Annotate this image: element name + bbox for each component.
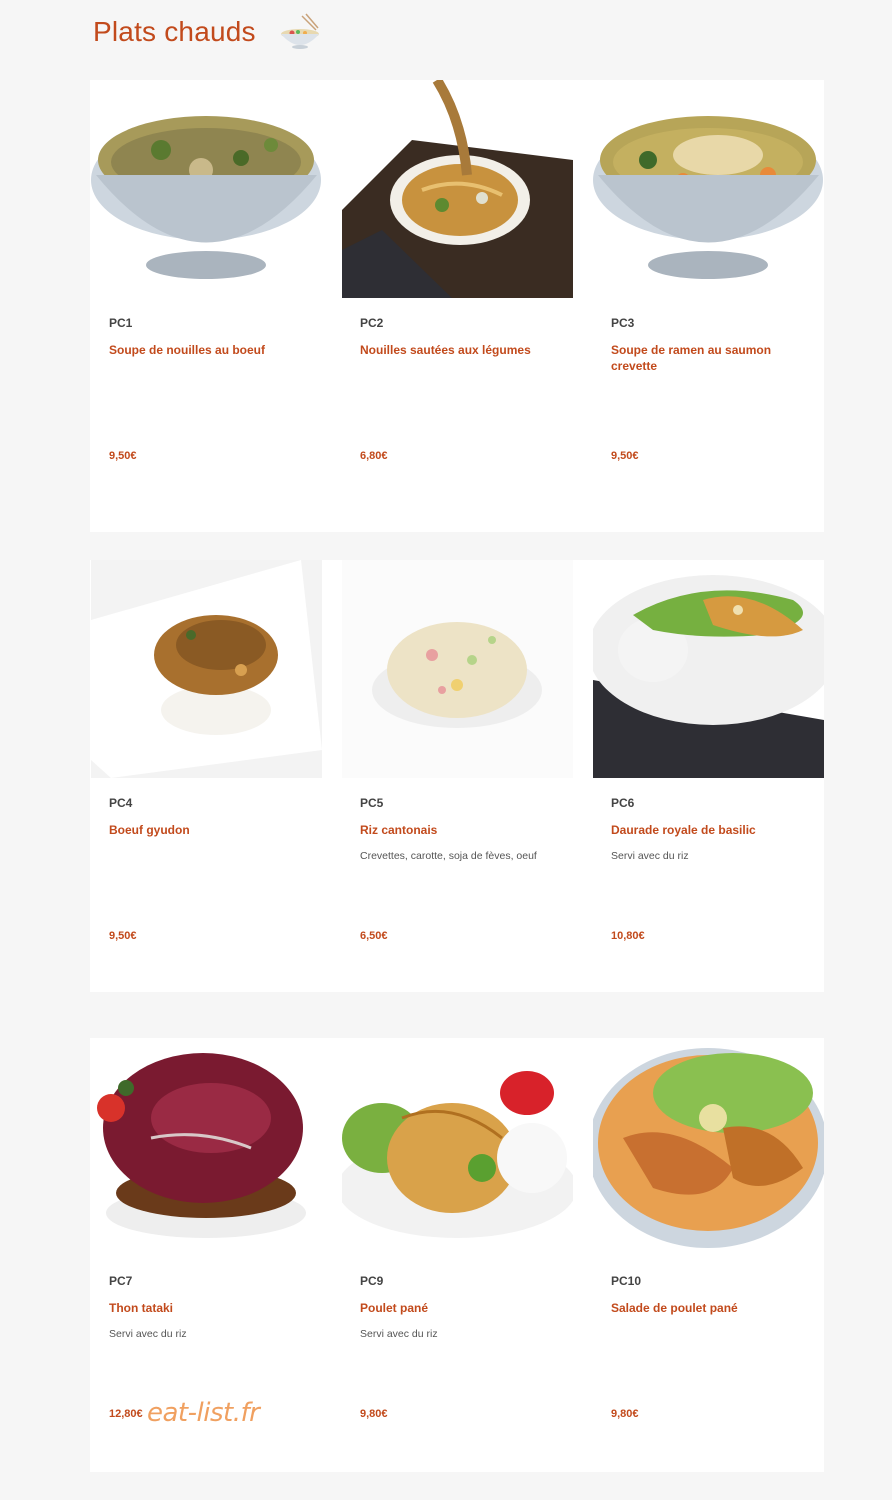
- item-name: Boeuf gyudon: [109, 823, 190, 837]
- dish-photo: [91, 80, 322, 298]
- dish-photo: [593, 80, 824, 298]
- item-description: Crevettes, carotte, soja de fèves, oeuf: [360, 850, 537, 862]
- menu-item-card[interactable]: PC6 Daurade royale de basilic Servi avec…: [593, 560, 824, 992]
- menu-item-card[interactable]: PC1 Soupe de nouilles au boeuf 9,50€: [91, 80, 322, 462]
- item-code: PC7: [109, 1274, 133, 1288]
- noodle-bowl-icon: [280, 13, 319, 49]
- item-code: PC2: [360, 316, 384, 330]
- item-price: 6,80€: [360, 450, 388, 462]
- item-code: PC10: [611, 1274, 642, 1288]
- item-price: 10,80€: [611, 930, 645, 942]
- watermark: eat-list.fr: [147, 1398, 260, 1428]
- dish-photo: [593, 1038, 824, 1256]
- dish-photo: [342, 1038, 573, 1256]
- item-name: Nouilles sautées aux légumes: [360, 343, 531, 357]
- menu-item-card[interactable]: PC4 Boeuf gyudon 9,50€: [91, 560, 322, 942]
- item-name: Riz cantonais: [360, 823, 438, 837]
- item-code: PC1: [109, 316, 133, 330]
- item-name: Salade de poulet pané: [611, 1301, 738, 1315]
- item-price: 9,50€: [109, 450, 137, 462]
- dish-photo: [91, 560, 322, 778]
- item-price: 9,80€: [360, 1408, 388, 1420]
- menu-item-card[interactable]: PC7 Thon tataki Servi avec du riz 12,80€: [91, 1038, 322, 1420]
- item-code: PC5: [360, 796, 384, 810]
- item-code: PC3: [611, 316, 635, 330]
- item-description: Servi avec du riz: [109, 1328, 187, 1340]
- item-price: 9,50€: [611, 450, 639, 462]
- menu-item-card[interactable]: PC2 Nouilles sautées aux légumes 6,80€: [342, 80, 573, 462]
- menu-item-card[interactable]: PC5 Riz cantonais Crevettes, carotte, so…: [342, 560, 573, 942]
- item-code: PC4: [109, 796, 133, 810]
- section-title: Plats chauds: [93, 16, 256, 47]
- item-name: Soupe de nouilles au boeuf: [109, 343, 266, 357]
- item-name: Daurade royale de basilic: [611, 823, 756, 837]
- menu-item-card[interactable]: PC10 Salade de poulet pané 9,80€: [593, 1038, 824, 1470]
- item-code: PC6: [611, 796, 635, 810]
- item-price: 9,50€: [109, 930, 137, 942]
- dish-photo: [342, 560, 573, 778]
- item-name: Poulet pané: [360, 1301, 429, 1315]
- menu-item-card[interactable]: PC9 Poulet pané Servi avec du riz 9,80€: [342, 1038, 573, 1420]
- item-price: 9,80€: [611, 1408, 639, 1420]
- dish-photo: [593, 560, 824, 778]
- item-price: 12,80€: [109, 1408, 143, 1420]
- section-header: Plats chauds: [93, 12, 322, 52]
- item-name: Thon tataki: [109, 1301, 174, 1315]
- dish-photo: [91, 1038, 322, 1256]
- item-price: 6,50€: [360, 930, 388, 942]
- item-description: Servi avec du riz: [611, 850, 689, 862]
- dish-photo: [342, 80, 573, 298]
- menu-item-card[interactable]: PC3 Soupe de ramen au saumon crevette 9,…: [593, 80, 824, 512]
- item-name: Soupe de ramen au saumon crevette: [611, 343, 772, 373]
- item-code: PC9: [360, 1274, 384, 1288]
- item-description: Servi avec du riz: [360, 1328, 438, 1340]
